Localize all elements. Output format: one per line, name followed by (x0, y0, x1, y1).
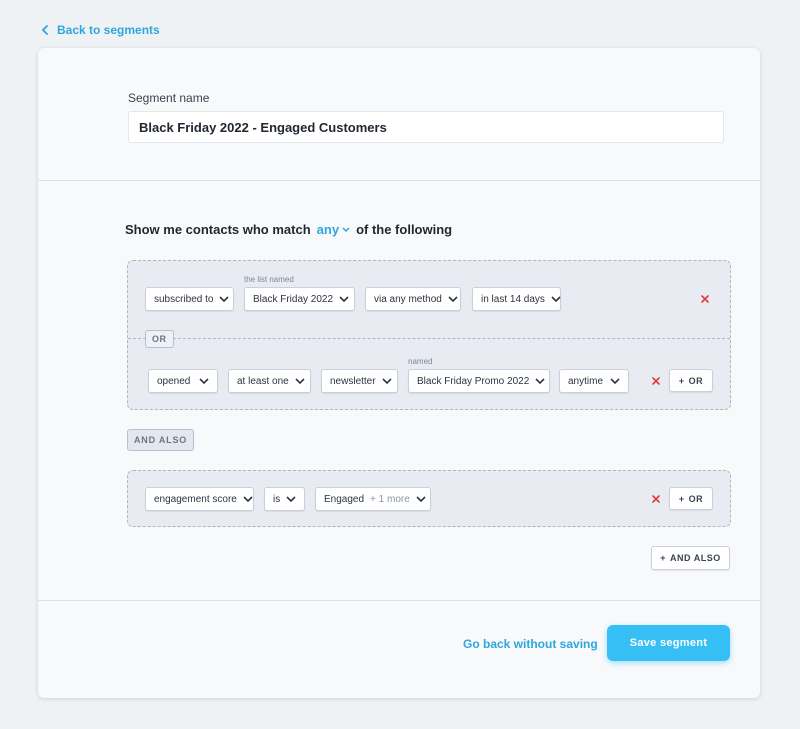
and-also-tag: AND ALSO (127, 429, 195, 451)
save-segment-button[interactable]: Save segment (607, 625, 730, 661)
chevron-down-icon (199, 377, 209, 384)
or-tag-label: OR (152, 334, 167, 344)
remove-condition-icon[interactable] (651, 494, 661, 504)
add-or-label: OR (688, 375, 704, 386)
back-to-segments-link[interactable]: Back to segments (41, 23, 160, 37)
condition-group-2: engagement score is Engaged + 1 more + O… (127, 470, 731, 527)
match-condition-row: Show me contacts who match any of the fo… (125, 222, 452, 237)
operator-value: is (273, 493, 281, 505)
method-dropdown[interactable]: via any method (365, 287, 461, 311)
plus-icon: + (678, 493, 685, 504)
chevron-down-icon (342, 226, 350, 232)
chevron-down-icon (416, 495, 426, 502)
list-dropdown[interactable]: Black Friday 2022 (244, 287, 355, 311)
campaign-name-dropdown[interactable]: Black Friday Promo 2022 (408, 369, 550, 393)
period-dropdown[interactable]: in last 14 days (472, 287, 561, 311)
footer-divider (38, 600, 760, 601)
quantity-value: at least one (237, 375, 289, 387)
chevron-down-icon (243, 495, 253, 502)
match-prefix-text: Show me contacts who match (125, 222, 311, 237)
named-caption: named (408, 357, 433, 366)
campaign-name-value: Black Friday Promo 2022 (417, 375, 530, 387)
match-mode-dropdown[interactable]: any (317, 222, 350, 237)
chevron-down-icon (448, 295, 458, 302)
or-separator-line (128, 338, 730, 339)
condition-field-dropdown[interactable]: engagement score (145, 487, 254, 511)
condition-group-1: the list named subscribed to Black Frida… (127, 260, 731, 410)
add-and-also-label: AND ALSO (670, 553, 721, 563)
condition-field-value: engagement score (154, 493, 237, 505)
chevron-left-icon (41, 25, 48, 35)
back-link-label: Back to segments (57, 23, 160, 37)
chevron-down-icon (382, 377, 392, 384)
message-type-dropdown[interactable]: newsletter (321, 369, 398, 393)
condition-field-dropdown[interactable]: subscribed to (145, 287, 234, 311)
match-suffix-text: of the following (356, 222, 453, 237)
list-value: Black Friday 2022 (253, 293, 334, 305)
chevron-down-icon (610, 377, 620, 384)
chevron-down-icon (286, 495, 296, 502)
engagement-value: Engaged (324, 493, 365, 505)
condition-field-value: subscribed to (154, 293, 214, 305)
period-value: in last 14 days (481, 293, 545, 305)
action-dropdown[interactable]: opened (148, 369, 218, 393)
add-or-button[interactable]: + OR (669, 369, 713, 392)
chevron-down-icon (551, 295, 561, 302)
segment-name-input[interactable] (128, 111, 724, 143)
message-type-value: newsletter (330, 375, 376, 387)
remove-condition-icon[interactable] (700, 294, 710, 304)
list-named-caption: the list named (244, 275, 294, 284)
section-divider (38, 180, 760, 181)
chevron-down-icon (295, 377, 305, 384)
plus-icon: + (660, 553, 667, 563)
add-and-also-button[interactable]: + AND ALSO (651, 546, 730, 570)
chevron-down-icon (535, 377, 545, 384)
action-value: opened (157, 375, 191, 387)
chevron-down-icon (219, 295, 230, 302)
go-back-without-saving-link[interactable]: Go back without saving (463, 637, 598, 651)
segment-name-label: Segment name (128, 91, 210, 105)
match-mode-value: any (316, 222, 340, 237)
remove-condition-icon[interactable] (651, 376, 661, 386)
add-or-button[interactable]: + OR (669, 487, 713, 510)
or-tag: OR (145, 330, 174, 348)
more-values-count: + 1 more (370, 493, 410, 505)
chevron-down-icon (339, 295, 349, 302)
time-value: anytime (568, 375, 604, 387)
engagement-value-dropdown[interactable]: Engaged + 1 more (315, 487, 431, 511)
add-or-label: OR (688, 493, 704, 504)
time-dropdown[interactable]: anytime (559, 369, 629, 393)
plus-icon: + (678, 375, 685, 386)
method-value: via any method (374, 293, 442, 305)
quantity-dropdown[interactable]: at least one (228, 369, 311, 393)
and-also-tag-label: AND ALSO (134, 435, 188, 445)
segment-editor-card: Segment name Show me contacts who match … (38, 48, 760, 698)
operator-dropdown[interactable]: is (264, 487, 305, 511)
